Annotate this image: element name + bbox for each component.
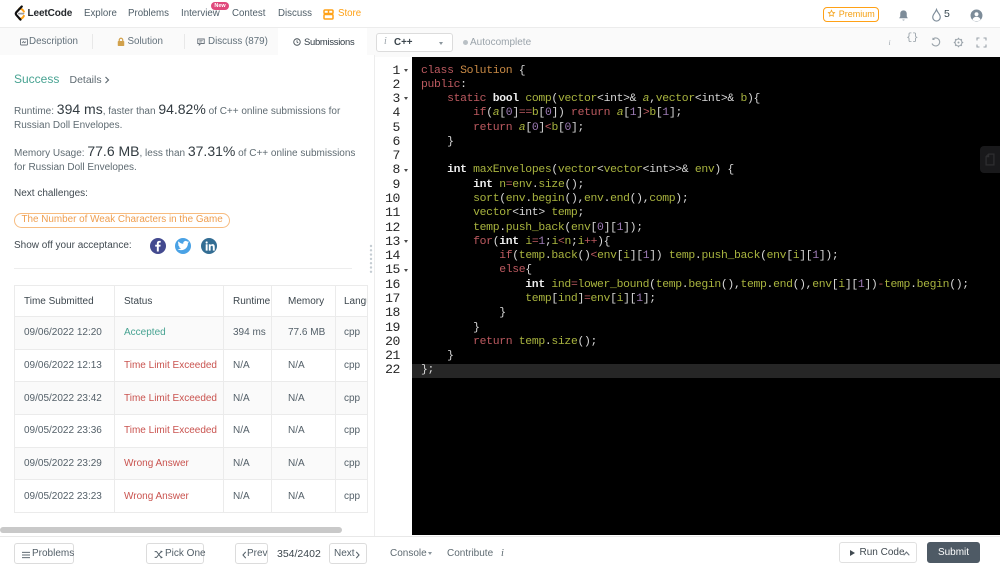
svg-text:i: i	[888, 38, 890, 47]
